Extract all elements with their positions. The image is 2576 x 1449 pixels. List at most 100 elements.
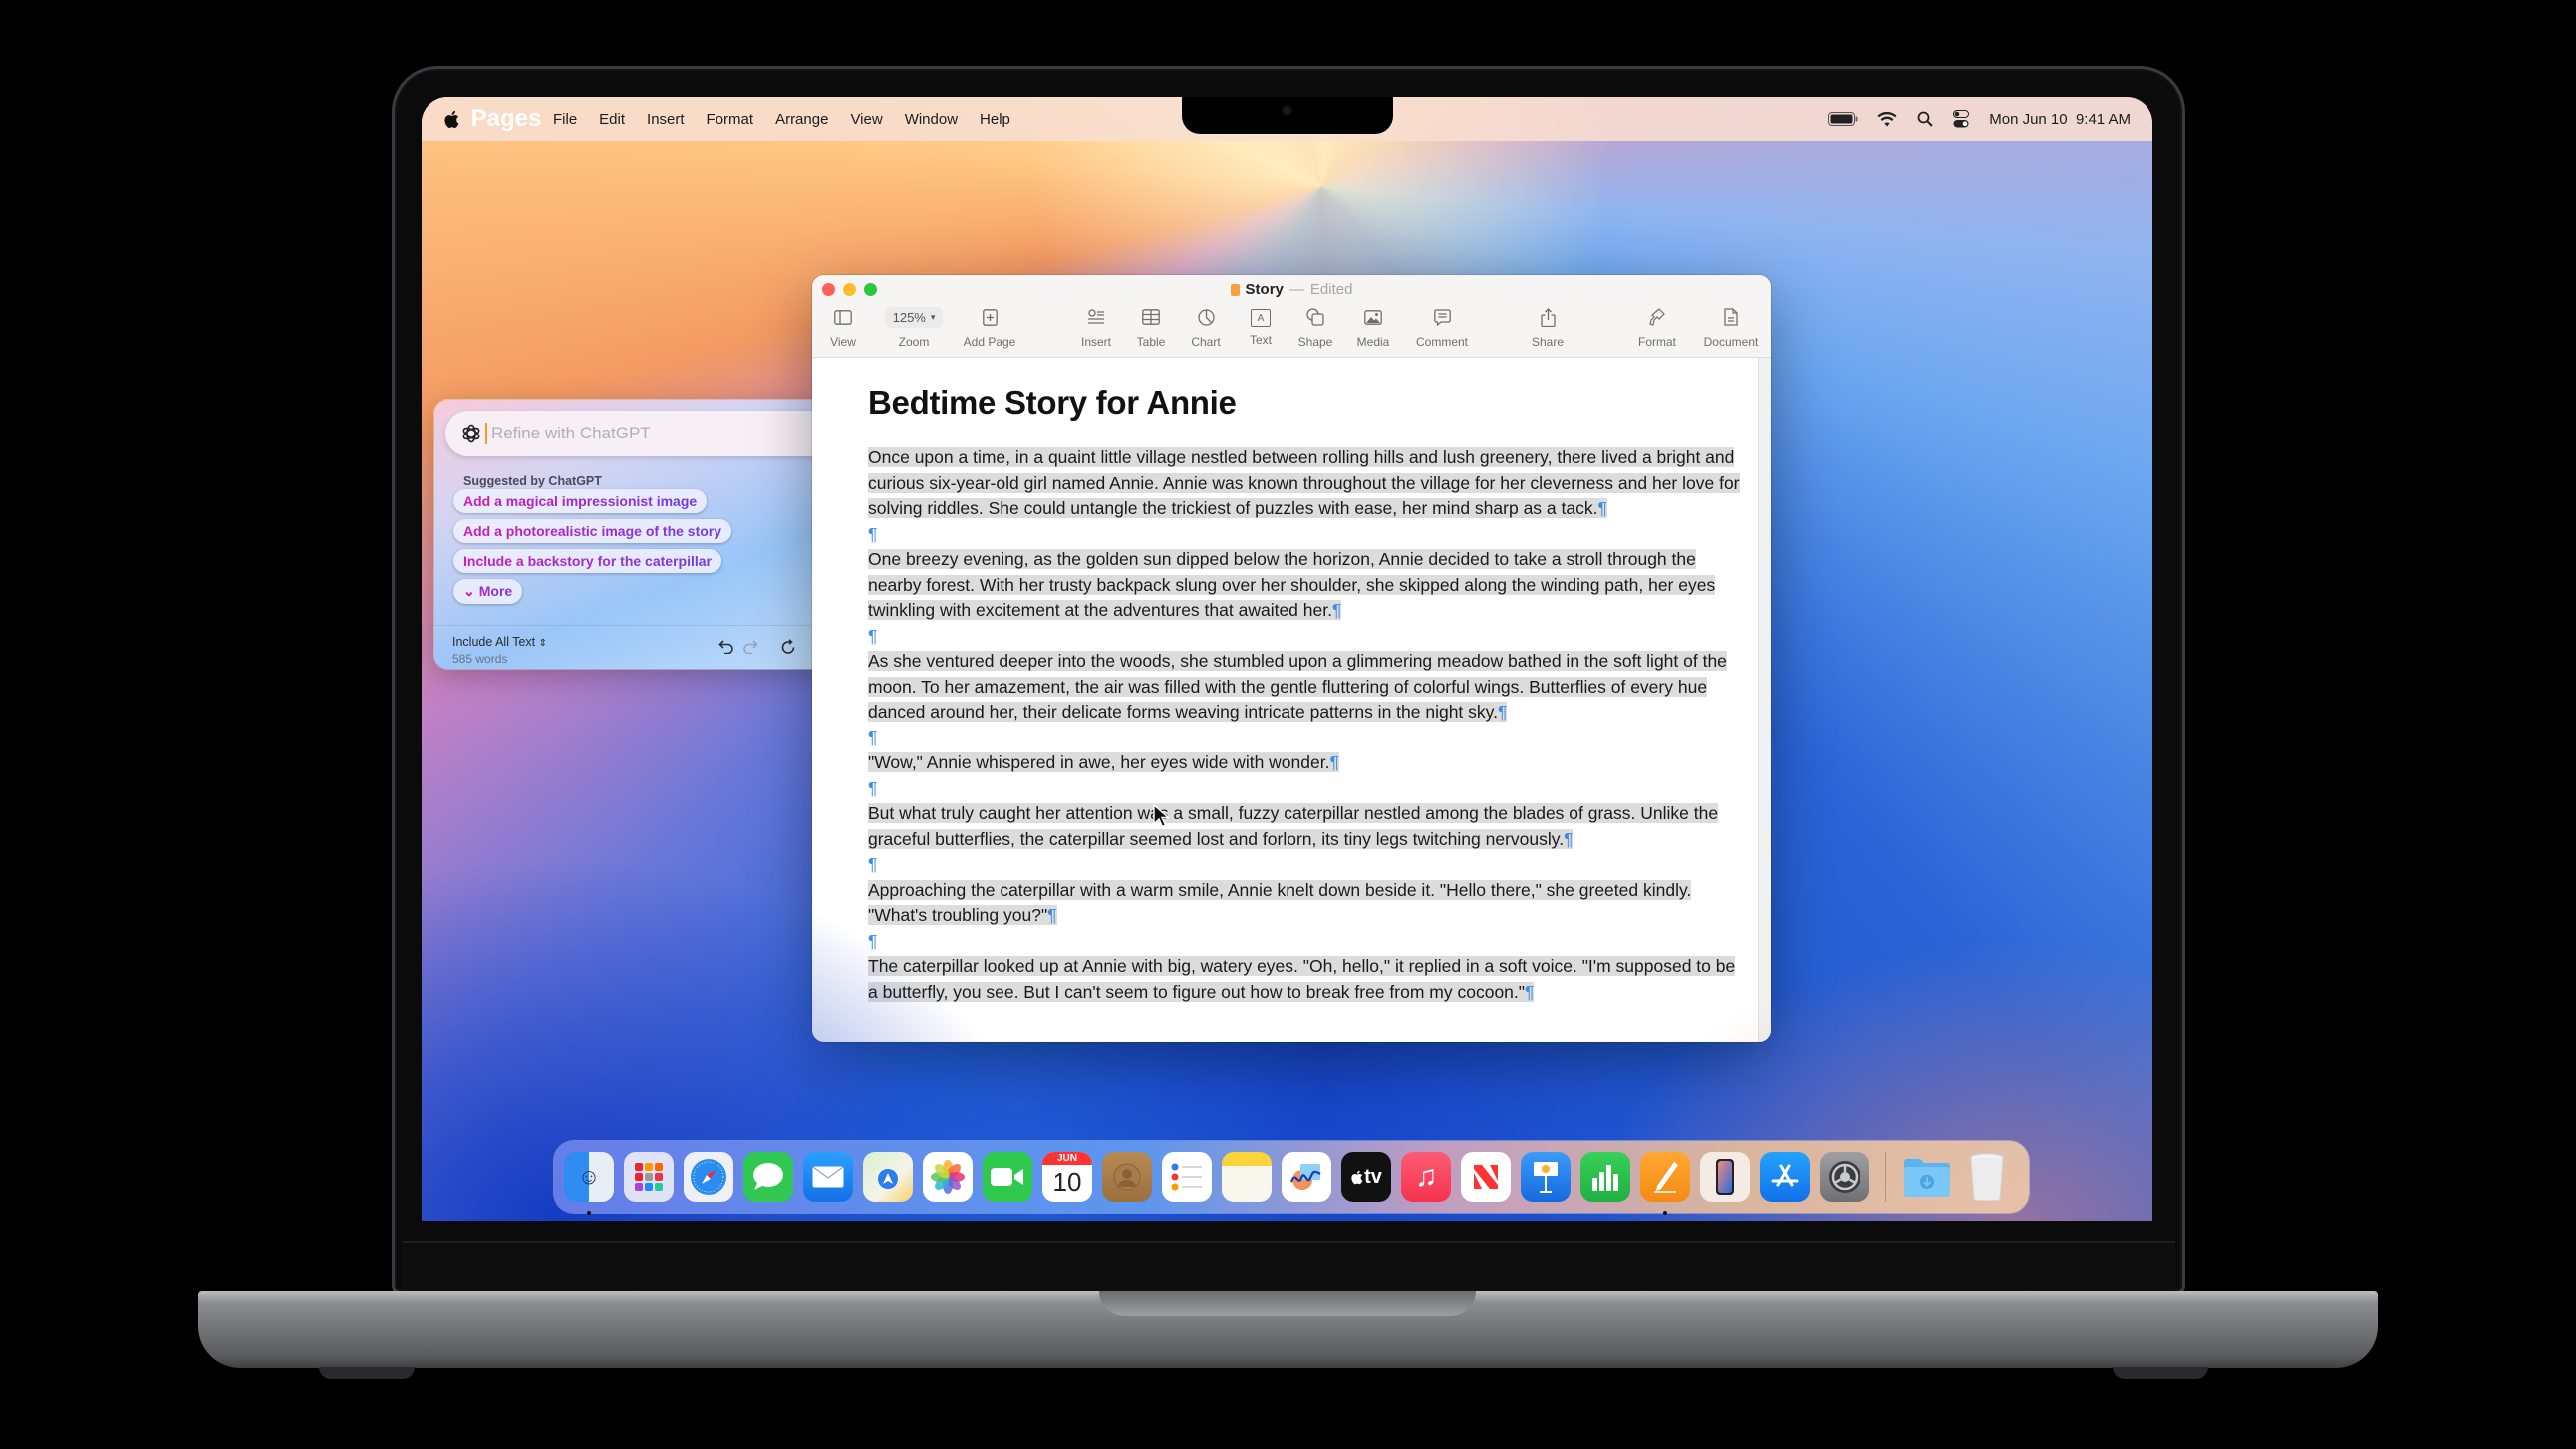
regenerate-icon[interactable]: [780, 638, 796, 660]
paragraph[interactable]: Approaching the caterpillar with a warm …: [868, 878, 1745, 929]
toolbar-label: Share: [1531, 335, 1565, 349]
pilcrow-mark: ¶: [1497, 702, 1508, 722]
dock-app-contacts[interactable]: [1102, 1152, 1152, 1202]
app-store-icon: [1771, 1164, 1799, 1187]
suggestion-chip-impressionist-image[interactable]: Add a magical impressionist image: [453, 489, 708, 513]
toolbar-view-button[interactable]: View: [812, 305, 883, 349]
wifi-icon[interactable]: [1877, 111, 1897, 127]
menu-arrange[interactable]: Arrange: [775, 111, 828, 128]
dock-app-mail[interactable]: [803, 1152, 853, 1202]
toolbar-document-button[interactable]: Document: [1691, 305, 1771, 349]
dock-app-finder[interactable]: ☺: [564, 1152, 614, 1215]
document-body[interactable]: Bedtime Story for Annie Once upon a time…: [868, 384, 1745, 1005]
toolbar-media-button[interactable]: Media: [1333, 305, 1413, 349]
paragraph-text: Once upon a time, in a quaint little vil…: [868, 447, 1740, 518]
toolbar-label: View: [830, 335, 856, 349]
facetime-icon: [991, 1168, 1023, 1186]
refine-panel-footer: Include All Text ⇕ 585 words: [434, 625, 851, 669]
paragraph[interactable]: One breezy evening, as the golden sun di…: [868, 547, 1745, 624]
toolbar-add-page-button[interactable]: Add Page: [950, 305, 1029, 349]
menu-window[interactable]: Window: [905, 111, 958, 128]
window-titlebar[interactable]: Story — Edited View 125% ▾ Zoom Add Page: [812, 275, 1771, 358]
refine-with-chatgpt-input[interactable]: [489, 423, 792, 444]
toolbar-zoom-button[interactable]: 125% ▾ Zoom: [874, 305, 954, 349]
media-icon: [1364, 305, 1382, 329]
dock-app-numbers[interactable]: [1580, 1152, 1630, 1202]
paragraph-text: Approaching the caterpillar with a warm …: [868, 879, 1692, 926]
paragraph[interactable]: As she ventured deeper into the woods, s…: [868, 649, 1745, 725]
pilcrow-mark: ¶: [1331, 600, 1342, 620]
dock-app-photos[interactable]: [923, 1152, 973, 1202]
dock-stack-trash[interactable]: [1962, 1152, 2012, 1202]
dock-app-freeform[interactable]: [1282, 1152, 1331, 1202]
dock-app-notes[interactable]: [1222, 1152, 1272, 1202]
dock-app-messages[interactable]: [743, 1152, 793, 1202]
paragraph[interactable]: But what truly caught her attention was …: [868, 801, 1745, 852]
menu-edit[interactable]: Edit: [599, 111, 625, 128]
mouse-pointer-icon: [1153, 803, 1171, 833]
dock-app-safari[interactable]: [684, 1152, 733, 1202]
safari-icon: [691, 1159, 726, 1195]
undo-icon[interactable]: [718, 639, 734, 659]
paragraph[interactable]: "Wow," Annie whispered in awe, her eyes …: [868, 750, 1745, 776]
suggestion-chip-caterpillar-backstory[interactable]: Include a backstory for the caterpillar: [453, 549, 721, 573]
up-down-chevron-icon: ⇕: [538, 638, 548, 649]
suggestion-chip-label: Add a magical impressionist image: [453, 489, 707, 513]
suggestion-chip-photorealistic-image[interactable]: Add a photorealistic image of the story: [453, 519, 732, 543]
dock-app-launchpad[interactable]: [624, 1152, 674, 1202]
apple-menu-icon[interactable]: [443, 110, 463, 129]
chart-icon: [1197, 305, 1215, 329]
vertical-scrollbar[interactable]: [1758, 358, 1771, 1042]
paragraph[interactable]: Once upon a time, in a quaint little vil…: [868, 445, 1745, 522]
dock-app-maps[interactable]: [863, 1152, 913, 1202]
zoom-select[interactable]: 125% ▾: [884, 306, 944, 328]
menu-bar-clock[interactable]: Mon Jun 10 9:41 AM: [1989, 111, 2131, 128]
menu-app-pages[interactable]: Pages: [471, 97, 542, 144]
toolbar-format-button[interactable]: Format: [1617, 305, 1697, 349]
toolbar-share-button[interactable]: Share: [1508, 305, 1587, 349]
dock-stack-downloads[interactable]: [1902, 1152, 1952, 1202]
dock-app-music[interactable]: ♫: [1401, 1152, 1451, 1202]
numbers-icon: [1592, 1165, 1618, 1191]
more-suggestions-button[interactable]: ⌄ More: [453, 579, 523, 604]
iphone-mirroring-icon: [1716, 1159, 1734, 1195]
dock-app-facetime[interactable]: [983, 1152, 1032, 1202]
search-icon[interactable]: [1917, 111, 1933, 127]
dock-app-iphone-mirroring[interactable]: [1700, 1152, 1750, 1202]
menu-format[interactable]: Format: [707, 111, 754, 128]
dock-app-keynote[interactable]: [1521, 1152, 1571, 1202]
dock-app-tv[interactable]: tv: [1341, 1152, 1391, 1202]
battery-icon[interactable]: [1828, 112, 1858, 126]
dock-app-app-store[interactable]: [1760, 1152, 1810, 1202]
include-text-scope-select[interactable]: Include All Text ⇕: [452, 635, 547, 649]
comment-icon: [1433, 305, 1451, 329]
menu-file[interactable]: File: [553, 111, 577, 128]
menu-view[interactable]: View: [850, 111, 882, 128]
redo-icon[interactable]: [742, 639, 758, 659]
dock-app-news[interactable]: [1461, 1152, 1511, 1202]
toolbar-label: Text: [1249, 333, 1272, 347]
add-page-icon: [982, 305, 998, 329]
share-icon: [1540, 305, 1556, 329]
photos-icon: [931, 1160, 965, 1194]
document-heading[interactable]: Bedtime Story for Annie: [868, 384, 1745, 422]
menu-help[interactable]: Help: [980, 111, 1010, 128]
dock-app-calendar[interactable]: JUN 10: [1042, 1152, 1092, 1202]
refine-input-container[interactable]: [445, 411, 840, 456]
menu-bar-status-area: Mon Jun 10 9:41 AM: [1828, 97, 2131, 141]
music-note-icon: ♫: [1414, 1160, 1438, 1193]
finder-icon: ☺: [577, 1164, 601, 1189]
desktop-screen: Pages File Edit Insert Format Arrange Vi…: [422, 97, 2152, 1221]
dock-app-system-settings[interactable]: [1820, 1152, 1869, 1202]
paragraph[interactable]: The caterpillar looked up at Annie with …: [868, 954, 1745, 1005]
text-caret: [485, 423, 487, 444]
suggestion-chip-label: Add a photorealistic image of the story: [453, 519, 731, 543]
toolbar-comment-button[interactable]: Comment: [1402, 305, 1482, 349]
document-canvas[interactable]: Bedtime Story for Annie Once upon a time…: [812, 358, 1771, 1042]
menu-insert[interactable]: Insert: [647, 111, 685, 128]
insert-icon: [1087, 305, 1105, 329]
pilcrow-mark: ¶: [1597, 498, 1607, 518]
dock-app-pages[interactable]: [1640, 1152, 1690, 1215]
control-center-icon[interactable]: [1953, 110, 1970, 128]
dock-app-reminders[interactable]: [1162, 1152, 1212, 1202]
